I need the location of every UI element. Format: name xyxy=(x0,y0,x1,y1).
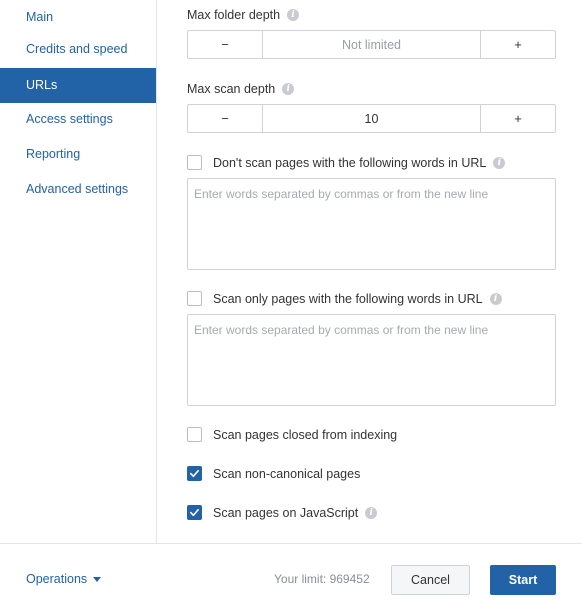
increment-button[interactable]: + xyxy=(481,31,555,58)
checkmark-icon xyxy=(190,469,199,478)
increment-button[interactable]: + xyxy=(481,105,555,132)
max-folder-depth-value[interactable]: Not limited xyxy=(262,31,481,58)
closed-from-indexing-label: Scan pages closed from indexing xyxy=(213,427,398,442)
cancel-button[interactable]: Cancel xyxy=(391,565,470,595)
closed-from-indexing-option[interactable]: Scan pages closed from indexing xyxy=(187,427,397,442)
exclude-words-checkbox[interactable] xyxy=(187,155,202,170)
start-button[interactable]: Start xyxy=(490,565,556,595)
javascript-checkbox[interactable] xyxy=(187,505,202,520)
sidebar-item-reporting[interactable]: Reporting xyxy=(0,137,156,172)
max-scan-depth-value[interactable]: 10 xyxy=(262,105,481,132)
non-canonical-checkbox[interactable] xyxy=(187,466,202,481)
decrement-button[interactable]: − xyxy=(188,31,262,58)
info-icon[interactable]: i xyxy=(365,506,378,519)
settings-sidebar: Main Credits and speed URLs Access setti… xyxy=(0,0,157,543)
max-scan-depth-text: Max scan depth xyxy=(187,82,276,96)
non-canonical-label: Scan non-canonical pages xyxy=(213,466,361,481)
operations-label: Operations xyxy=(26,572,88,586)
exclude-words-input[interactable] xyxy=(187,178,556,270)
info-icon[interactable]: i xyxy=(493,156,506,169)
max-folder-depth-label: Max folder depth i xyxy=(187,8,300,22)
operations-dropdown[interactable]: Operations xyxy=(26,572,102,586)
info-icon[interactable]: i xyxy=(282,83,295,95)
max-folder-depth-stepper: − Not limited + xyxy=(187,30,556,59)
limit-text: Your limit: 969452 xyxy=(274,572,370,586)
urls-settings-panel: Max folder depth i − Not limited + Max s… xyxy=(157,0,582,543)
info-icon[interactable]: i xyxy=(287,9,300,21)
sidebar-item-access-settings[interactable]: Access settings xyxy=(0,102,156,137)
max-scan-depth-label: Max scan depth i xyxy=(187,82,295,96)
include-words-input[interactable] xyxy=(187,314,556,406)
checkmark-icon xyxy=(190,508,199,517)
caret-down-icon xyxy=(93,576,102,582)
decrement-button[interactable]: − xyxy=(188,105,262,132)
exclude-words-label: Don't scan pages with the following word… xyxy=(213,155,487,170)
include-words-checkbox[interactable] xyxy=(187,291,202,306)
sidebar-item-advanced-settings[interactable]: Advanced settings xyxy=(0,172,156,207)
javascript-label: Scan pages on JavaScript xyxy=(213,505,359,520)
footer-bar: Operations Your limit: 969452 Cancel Sta… xyxy=(0,543,582,606)
exclude-words-option[interactable]: Don't scan pages with the following word… xyxy=(187,155,506,170)
include-words-label: Scan only pages with the following words… xyxy=(213,291,483,306)
include-words-option[interactable]: Scan only pages with the following words… xyxy=(187,291,502,306)
max-scan-depth-stepper: − 10 + xyxy=(187,104,556,133)
non-canonical-option[interactable]: Scan non-canonical pages xyxy=(187,466,360,481)
max-folder-depth-text: Max folder depth xyxy=(187,8,281,22)
info-icon[interactable]: i xyxy=(489,292,502,305)
javascript-option[interactable]: Scan pages on JavaScript i xyxy=(187,505,378,520)
sidebar-item-main[interactable]: Main xyxy=(0,0,156,35)
sidebar-item-urls[interactable]: URLs xyxy=(0,68,156,103)
sidebar-item-credits-and-speed[interactable]: Credits and speed xyxy=(0,32,156,67)
closed-from-indexing-checkbox[interactable] xyxy=(187,427,202,442)
